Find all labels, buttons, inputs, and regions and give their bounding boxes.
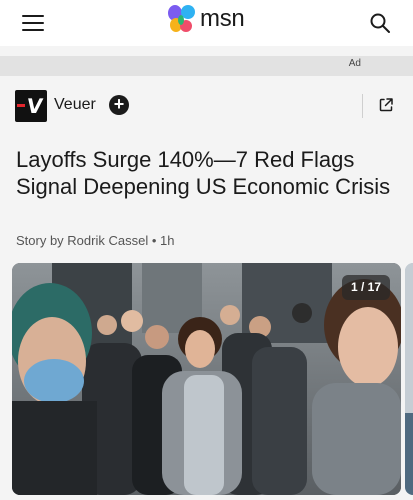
ad-label: Ad	[348, 58, 361, 69]
external-share-icon[interactable]	[378, 97, 394, 113]
hamburger-menu-icon[interactable]	[22, 14, 44, 32]
msn-logo[interactable]: msn	[166, 3, 245, 35]
divider	[362, 94, 363, 118]
gallery-counter: 1 / 17	[342, 275, 390, 300]
veuer-logo[interactable]: V	[15, 90, 47, 122]
next-gallery-photo[interactable]	[405, 263, 413, 495]
article-byline: Story by Rodrik Cassel • 1h	[16, 233, 175, 248]
article-headline: Layoffs Surge 140%—7 Red Flags Signal De…	[16, 147, 391, 199]
plus-icon[interactable]: +	[109, 95, 129, 115]
ad-banner[interactable]: Ad	[0, 56, 413, 76]
brand-name: msn	[200, 5, 245, 32]
msn-butterfly-icon	[168, 5, 195, 32]
search-icon[interactable]	[369, 12, 391, 34]
publisher-name[interactable]: Veuer	[54, 96, 96, 114]
publisher-row: V Veuer +	[0, 76, 413, 136]
top-app-bar: msn	[0, 0, 413, 46]
